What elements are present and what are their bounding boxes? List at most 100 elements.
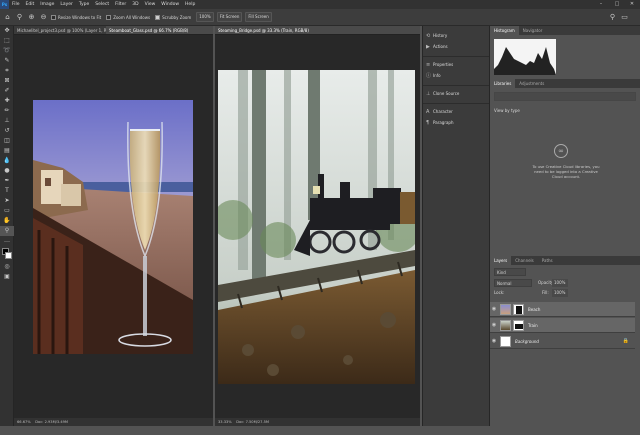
status-bar-1: 66.67% Doc: 2.93M/3.49M	[14, 418, 213, 426]
minimize-button[interactable]: –	[596, 0, 606, 9]
eraser-tool-icon[interactable]: ◫	[0, 136, 14, 146]
panel-properties[interactable]: ≡ Properties	[423, 59, 489, 70]
tab-adjustments[interactable]: Adjustments	[515, 79, 548, 88]
quick-select-tool-icon[interactable]: ✎	[0, 56, 14, 66]
quick-mask-icon[interactable]: ◎	[0, 262, 14, 272]
marquee-tool-icon[interactable]: ⬚	[0, 36, 14, 46]
visibility-eye-icon[interactable]: ◉	[490, 322, 498, 328]
blend-mode-select[interactable]: Normal	[494, 279, 532, 287]
panel-divider	[423, 81, 489, 86]
more-tools-icon[interactable]: …	[0, 236, 14, 246]
histogram-tabs: Histogram Navigator	[490, 26, 640, 35]
doc-size-1: Doc: 2.93M/3.49M	[35, 420, 68, 424]
zoom-all-windows-checkbox[interactable]: Zoom All Windows	[106, 14, 150, 20]
menu-edit[interactable]: Edit	[23, 2, 38, 7]
lasso-tool-icon[interactable]: ➰	[0, 46, 14, 56]
layer-mask-thumbnail[interactable]	[513, 319, 524, 331]
opacity-input[interactable]: 100%	[552, 279, 568, 287]
panel-clone-source[interactable]: ⊥ Clone Source	[423, 88, 489, 99]
clone-source-icon: ⊥	[426, 90, 431, 97]
layer-name: Train	[528, 322, 538, 328]
tab-histogram[interactable]: Histogram	[490, 26, 519, 35]
maximize-button[interactable]: □	[612, 0, 622, 9]
photoshop-logo[interactable]: Ps	[0, 0, 9, 9]
menu-layer[interactable]: Layer	[57, 2, 76, 7]
fit-screen-button[interactable]: Fit Screen	[216, 12, 243, 22]
dodge-tool-icon[interactable]: ●	[0, 166, 14, 176]
hand-tool-icon[interactable]: ✋	[0, 216, 14, 226]
panel-history[interactable]: ⟲ History	[423, 30, 489, 41]
history-brush-tool-icon[interactable]: ↺	[0, 126, 14, 136]
pen-tool-icon[interactable]: ✒	[0, 176, 14, 186]
tab-layers[interactable]: Layers	[490, 256, 512, 265]
lock-icon: 🔒	[622, 338, 629, 344]
view-by-dropdown[interactable]: View by type	[494, 108, 520, 113]
shape-tool-icon[interactable]: ▭	[0, 206, 14, 216]
menu-select[interactable]: Select	[92, 2, 112, 7]
scrubby-zoom-checkbox[interactable]: Scrubby Zoom	[155, 14, 191, 20]
doc-tab-2[interactable]: Steamboat_Glass.psd @ 66.7% (RGB/8)	[106, 26, 213, 35]
move-tool-icon[interactable]: ✥	[0, 26, 14, 36]
zoom-in-icon[interactable]: ⊕	[27, 13, 36, 22]
panel-character[interactable]: A Character	[423, 106, 489, 117]
eyedropper-tool-icon[interactable]: ✐	[0, 86, 14, 96]
tab-channels[interactable]: Channels	[511, 256, 538, 265]
status-bar-2: 33.33% Doc: 7.50M/27.5M	[215, 418, 420, 426]
zoom-out-icon[interactable]: ⊖	[39, 13, 48, 22]
visibility-eye-icon[interactable]: ◉	[490, 338, 498, 344]
menu-window[interactable]: Window	[158, 2, 182, 7]
character-icon: A	[426, 108, 430, 115]
doc-size-2: Doc: 7.50M/27.5M	[236, 420, 269, 424]
layer-mask-thumbnail[interactable]	[513, 303, 524, 315]
close-button[interactable]: ✕	[627, 0, 637, 9]
menu-image[interactable]: Image	[37, 2, 57, 7]
menu-file[interactable]: File	[9, 2, 23, 7]
zoom-tool-icon[interactable]: ⚲	[15, 13, 24, 22]
layer-row[interactable]: ◉ Beach	[490, 302, 635, 317]
tab-navigator[interactable]: Navigator	[519, 26, 547, 35]
doc-tab-1[interactable]: Michaelitel_project3.psd @ 100% (Layer 1…	[14, 26, 106, 35]
color-swatches[interactable]	[0, 246, 14, 262]
zoom-100-button[interactable]: 100%	[196, 12, 214, 22]
filter-kind-select[interactable]: Kind	[494, 268, 526, 276]
doc-tab-3[interactable]: Steaming_Bridge.psd @ 33.3% (Train, RGB/…	[215, 26, 420, 35]
layer-thumbnail	[500, 319, 511, 331]
menu-type[interactable]: Type	[76, 2, 92, 7]
crop-tool-icon[interactable]: ⌗	[0, 66, 14, 76]
path-select-tool-icon[interactable]: ➤	[0, 196, 14, 206]
search-icon[interactable]: ⚲	[608, 13, 617, 22]
frame-tool-icon[interactable]: ⊠	[0, 76, 14, 86]
tools-panel: ✥ ⬚ ➰ ✎ ⌗ ⊠ ✐ ✚ ✏ ⊥ ↺ ◫ ▤ 💧 ● ✒ T ➤ ▭ ✋ …	[0, 26, 14, 426]
workspace-icon[interactable]: ▭	[620, 13, 629, 22]
layer-row[interactable]: ◉ Background 🔒	[490, 334, 635, 349]
panel-info[interactable]: ⓘ Info	[423, 70, 489, 81]
zoom-level-1[interactable]: 66.67%	[17, 420, 31, 424]
search-libraries-field[interactable]	[494, 92, 636, 101]
menu-filter[interactable]: Filter	[112, 2, 129, 7]
visibility-eye-icon[interactable]: ◉	[490, 306, 498, 312]
panel-actions[interactable]: ▶ Actions	[423, 41, 489, 52]
screen-mode-icon[interactable]: ▣	[0, 272, 14, 282]
tab-libraries[interactable]: Libraries	[490, 79, 516, 88]
fill-input[interactable]: 100%	[552, 289, 568, 297]
blur-tool-icon[interactable]: 💧	[0, 156, 14, 166]
gradient-tool-icon[interactable]: ▤	[0, 146, 14, 156]
info-icon: ⓘ	[426, 73, 432, 79]
healing-brush-tool-icon[interactable]: ✚	[0, 96, 14, 106]
zoom-tool-icon[interactable]: ⚲	[0, 226, 14, 236]
tab-paths[interactable]: Paths	[538, 256, 557, 265]
brush-tool-icon[interactable]: ✏	[0, 106, 14, 116]
panel-divider	[423, 99, 489, 104]
menu-3d[interactable]: 3D	[129, 2, 141, 7]
fill-screen-button[interactable]: Fill Screen	[245, 12, 272, 22]
panel-paragraph[interactable]: ¶ Paragraph	[423, 117, 489, 128]
menu-help[interactable]: Help	[182, 2, 198, 7]
clone-stamp-tool-icon[interactable]: ⊥	[0, 116, 14, 126]
type-tool-icon[interactable]: T	[0, 186, 14, 196]
home-icon[interactable]: ⌂	[3, 13, 12, 22]
resize-windows-checkbox[interactable]: Resize Windows to Fit	[51, 14, 101, 20]
background-color[interactable]	[5, 252, 12, 259]
zoom-level-2[interactable]: 33.33%	[218, 420, 232, 424]
menu-view[interactable]: View	[142, 2, 159, 7]
layer-row[interactable]: ◉ Train	[490, 318, 635, 333]
